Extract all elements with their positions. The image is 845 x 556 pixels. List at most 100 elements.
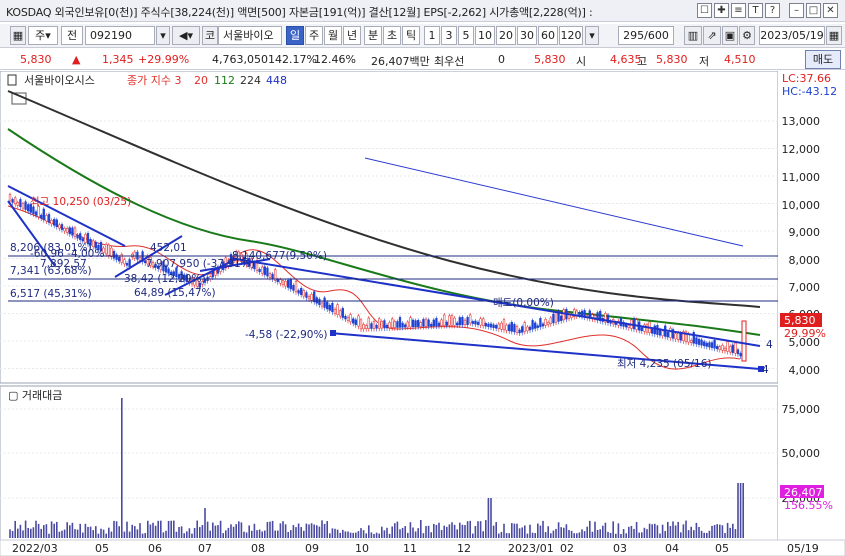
volume-bar (282, 521, 284, 538)
candle-body (79, 233, 82, 240)
candle-body (40, 214, 43, 219)
settings-icon[interactable]: ⚙ (739, 26, 755, 45)
volume-bar (578, 532, 581, 538)
minute-3-button[interactable]: 3 (441, 26, 457, 45)
volume-bar (48, 533, 50, 538)
name-prefix[interactable]: 코 (202, 26, 218, 45)
volume-bar (336, 529, 339, 538)
volume-bar (300, 527, 302, 538)
period-year-tab[interactable]: 년 (343, 26, 361, 45)
volume-bar (573, 533, 575, 538)
volume-bar (305, 523, 308, 538)
period-tick-tab[interactable]: 틱 (402, 26, 420, 45)
period-week-tab[interactable]: 주 (305, 26, 323, 45)
stock-chart[interactable]: 매수 서울바이오시스 종가 지수 3 20 112 224 448 LC:37.… (0, 48, 845, 556)
volume-bar (693, 530, 695, 538)
minute-dropdown-icon[interactable]: ▾ (585, 26, 599, 45)
period-day-tab[interactable]: 일 (286, 26, 304, 45)
x-label: 12 (457, 542, 471, 555)
volume-bar (594, 521, 596, 538)
vol-tag-value: 26,407 (784, 486, 823, 499)
candle-body (409, 317, 412, 328)
volume-bar (453, 524, 456, 538)
candle-body (359, 319, 363, 330)
volume-bar (334, 528, 336, 538)
candle-body (92, 240, 95, 248)
candle-body (456, 322, 459, 326)
chart-area[interactable]: 매수 서울바이오시스 종가 지수 3 20 112 224 448 LC:37.… (0, 48, 845, 556)
close-icon[interactable]: ✕ (823, 3, 838, 18)
volume-bar (401, 527, 404, 538)
volume-bar (19, 524, 22, 538)
minute-1-button[interactable]: 1 (424, 26, 440, 45)
volume-bar (232, 526, 235, 538)
annotation: 64,89 (15,47%) (134, 287, 216, 299)
list-icon[interactable]: ≡ (731, 3, 746, 18)
prev-button[interactable]: 전 (61, 26, 83, 45)
help-icon[interactable]: ? (765, 3, 780, 18)
volume-bar (32, 527, 35, 538)
maximize-icon[interactable]: □ (806, 3, 821, 18)
candle-body (354, 319, 357, 325)
candle-body (326, 301, 329, 310)
volume: 4,763,050 (212, 53, 268, 66)
volume-bar (167, 520, 170, 538)
sell-button[interactable]: 매도 (805, 50, 841, 69)
candle-body (341, 308, 344, 318)
volume-bar (383, 530, 386, 538)
period-minute-tab[interactable]: 분 (364, 26, 382, 45)
bar-counter[interactable]: 295/600 (618, 26, 674, 45)
candle-body (645, 324, 649, 333)
volume-bar (204, 508, 206, 538)
code-input[interactable]: 092190 (85, 26, 155, 45)
window-icon[interactable]: ☐ (697, 3, 712, 18)
type-select[interactable]: 주▾ (28, 26, 58, 45)
candle-body (344, 315, 347, 320)
candle-body (81, 238, 84, 242)
volume-bar (253, 523, 256, 538)
calendar-icon[interactable]: ▦ (826, 26, 842, 45)
minute-30-button[interactable]: 30 (517, 26, 537, 45)
period-second-tab[interactable]: 초 (383, 26, 401, 45)
text-icon[interactable]: T (748, 3, 763, 18)
code-dropdown-icon[interactable]: ▾ (156, 26, 170, 45)
volume-bar (308, 524, 310, 538)
volume-bar (9, 529, 11, 538)
vol-tag-pct: 156.55% (784, 499, 833, 512)
volume-bar (66, 522, 68, 538)
period-month-tab[interactable]: 월 (324, 26, 342, 45)
candle-body (424, 318, 428, 327)
candle-body (736, 349, 740, 355)
date-field[interactable]: 2023/05/19 (759, 26, 825, 45)
speaker-icon[interactable]: ◀▾ (172, 26, 200, 45)
stock-name-field[interactable]: 서울바이오 (218, 26, 282, 45)
volume-bar (643, 527, 646, 538)
candle-body (476, 321, 480, 325)
minute-20-button[interactable]: 20 (496, 26, 516, 45)
volume-bar (734, 529, 737, 538)
annotation: 매도(0,00%) (493, 297, 554, 309)
minute-120-button[interactable]: 120 (559, 26, 583, 45)
volume-bar (318, 526, 321, 538)
volume-bar (724, 533, 726, 538)
grid-icon[interactable]: ▦ (10, 26, 26, 45)
candle-body (128, 259, 131, 268)
volume-bar (269, 521, 271, 538)
candle-body (713, 339, 716, 349)
minute-5-button[interactable]: 5 (458, 26, 474, 45)
candle-body (430, 323, 433, 327)
volume-bar (355, 532, 357, 538)
pattern-icon[interactable]: ⇗ (703, 26, 721, 45)
minimize-icon[interactable]: – (789, 3, 804, 18)
minute-10-button[interactable]: 10 (475, 26, 495, 45)
chart-type-icon[interactable]: ▥ (684, 26, 702, 45)
save-icon[interactable]: ▣ (722, 26, 738, 45)
plus-icon[interactable]: ✚ (714, 3, 729, 18)
candle-body (721, 344, 724, 351)
volume-bar (217, 525, 219, 538)
volume-bar (193, 528, 196, 538)
candle-body (297, 290, 300, 294)
minute-60-button[interactable]: 60 (538, 26, 558, 45)
candle-body (487, 323, 490, 327)
candle-body (458, 317, 461, 326)
